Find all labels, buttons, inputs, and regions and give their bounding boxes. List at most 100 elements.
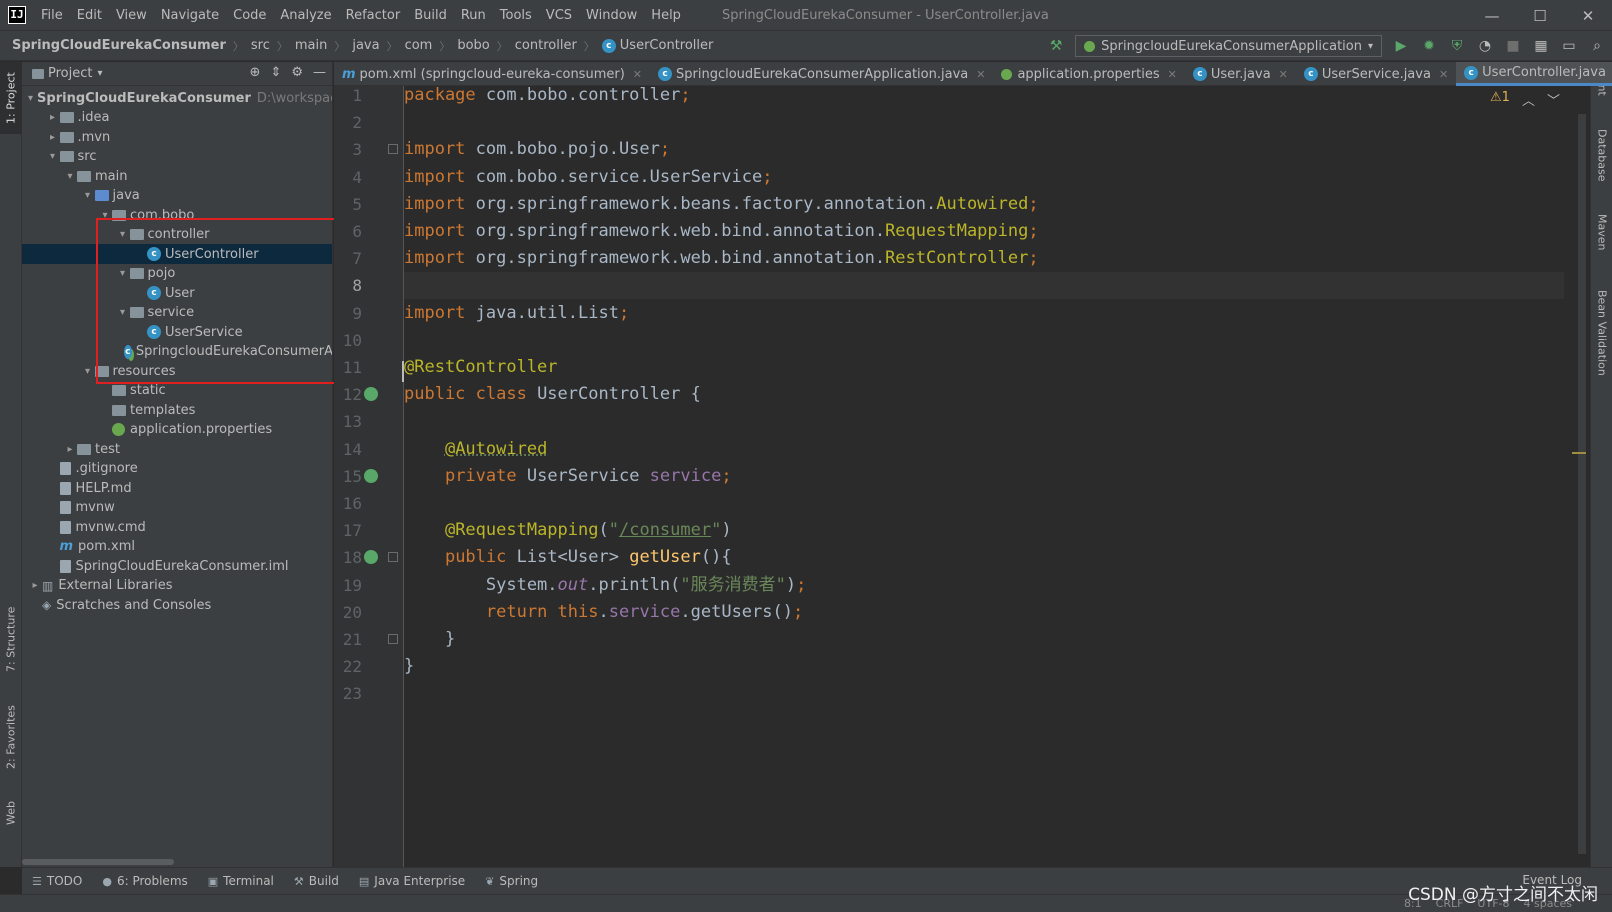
close-icon[interactable]: ✕ <box>976 68 985 81</box>
menu-tools[interactable]: Tools <box>493 8 539 23</box>
menu-window[interactable]: Window <box>579 8 644 23</box>
code-line[interactable]: @Autowired <box>404 436 1564 463</box>
tab-favorites[interactable]: 2: Favorites <box>0 694 22 780</box>
tree-item[interactable]: ▾ SpringCloudEurekaConsumer D:\workspace\ <box>22 88 332 108</box>
chevron-down-icon[interactable]: ▾ <box>63 171 77 182</box>
chevron-down-icon[interactable]: ▾ <box>81 366 95 377</box>
code-line[interactable]: @RestController <box>404 354 1564 381</box>
menu-run[interactable]: Run <box>454 8 493 23</box>
project-horizontal-scrollbar[interactable] <box>22 859 174 865</box>
tree-item[interactable]: ▸ ▥ External Libraries <box>22 576 332 596</box>
tree-item[interactable]: ▸ .idea <box>22 108 332 128</box>
chevron-down-icon[interactable]: ▾ <box>116 268 130 279</box>
tree-item[interactable]: .gitignore <box>22 459 332 479</box>
code-line[interactable]: import org.springframework.web.bind.anno… <box>404 218 1564 245</box>
search-icon[interactable]: ⌕ <box>1588 38 1606 54</box>
tree-item[interactable]: ▾ pojo <box>22 264 332 284</box>
tab-structure[interactable]: 7: Structure <box>0 596 22 682</box>
editor-vertical-scrollbar[interactable] <box>1578 114 1586 854</box>
autowired-bean-icon[interactable] <box>364 468 378 483</box>
tree-item[interactable]: mvnw <box>22 498 332 518</box>
inspection-widget[interactable]: ⚠1 ︿ ﹀ <box>1490 90 1560 109</box>
fold-marker-icon[interactable] <box>388 634 398 644</box>
code-line[interactable]: } <box>404 626 1564 653</box>
code-line[interactable] <box>404 408 1564 435</box>
run-configuration-select[interactable]: SpringcloudEurekaConsumerApplication ▾ <box>1075 35 1382 57</box>
code-line[interactable] <box>404 327 1564 354</box>
tree-item[interactable]: ▾ src <box>22 147 332 167</box>
minimize-button[interactable]: — <box>1468 0 1516 31</box>
close-icon[interactable]: ✕ <box>1168 68 1177 81</box>
chevron-right-icon[interactable]: ▸ <box>63 444 77 455</box>
code-editor[interactable]: 1 2 3 4 5 6 7 8 9 10 11 12 13 14 15 16 17 18 19 20 21 22 23 pa… <box>334 85 1590 867</box>
bottom-tab-build[interactable]: ⚒ Build <box>294 874 339 888</box>
spring-bean-icon[interactable] <box>364 387 378 402</box>
close-icon[interactable]: ✕ <box>1279 68 1288 81</box>
menu-build[interactable]: Build <box>407 8 454 23</box>
menu-help[interactable]: Help <box>644 8 688 23</box>
code-line[interactable]: package com.bobo.controller; <box>404 82 1564 109</box>
code-line[interactable] <box>404 680 1564 707</box>
bottom-tab-spring[interactable]: ❦ Spring <box>485 874 538 888</box>
chevron-down-icon[interactable]: ▾ <box>81 190 95 201</box>
tab-bean-validation[interactable]: Bean Validation <box>1591 278 1612 388</box>
chevron-right-icon[interactable]: ▸ <box>46 132 60 143</box>
layout-icon[interactable]: ▭ <box>1560 38 1578 54</box>
chevron-down-icon[interactable]: ▾ <box>116 229 130 240</box>
code-line[interactable]: import org.springframework.web.bind.anno… <box>404 245 1564 272</box>
warning-count[interactable]: ⚠1 <box>1490 90 1510 109</box>
chevron-up-icon[interactable]: ︿ <box>1522 90 1535 109</box>
code-area[interactable]: package com.bobo.controller; import com.b… <box>404 85 1564 867</box>
chevron-down-icon[interactable]: ▾ <box>98 210 112 221</box>
tree-item[interactable]: ▾ java <box>22 186 332 206</box>
tree-item[interactable]: ▸ .mvn <box>22 127 332 147</box>
breadcrumb-item[interactable]: SpringCloudEurekaConsumer <box>12 38 226 53</box>
code-line[interactable]: @RequestMapping("/consumer") <box>404 517 1564 544</box>
code-line[interactable]: import org.springframework.beans.factory… <box>404 191 1564 218</box>
chevron-down-icon[interactable]: ▾ <box>97 68 102 79</box>
tree-item[interactable]: SpringCloudEurekaConsumer.iml <box>22 556 332 576</box>
hide-panel-icon[interactable]: — <box>313 65 326 80</box>
breadcrumb-item[interactable]: main <box>295 38 327 53</box>
coverage-icon[interactable]: ⛨ <box>1448 38 1466 54</box>
code-line[interactable]: import java.util.List; <box>404 300 1564 327</box>
debug-icon[interactable]: ✹ <box>1420 38 1438 54</box>
chevron-right-icon[interactable]: ▸ <box>28 580 42 591</box>
breadcrumb-item[interactable]: bobo <box>457 38 489 53</box>
code-line[interactable]: public class UserController { <box>404 381 1564 408</box>
menu-edit[interactable]: Edit <box>70 8 109 23</box>
breadcrumb-item[interactable]: controller <box>515 38 577 53</box>
tree-item[interactable]: templates <box>22 400 332 420</box>
tab-maven[interactable]: Maven <box>1591 202 1612 262</box>
chevron-right-icon[interactable]: ▸ <box>46 112 60 123</box>
tab-project[interactable]: 1: Project <box>0 62 22 134</box>
menu-refactor[interactable]: Refactor <box>339 8 408 23</box>
close-icon[interactable]: ✕ <box>633 68 642 81</box>
fold-marker-icon[interactable] <box>388 552 398 563</box>
request-mapping-icon[interactable] <box>364 550 378 565</box>
chevron-down-icon[interactable]: ▾ <box>116 307 130 318</box>
menu-analyze[interactable]: Analyze <box>273 8 338 23</box>
tree-item[interactable]: c User <box>22 283 332 303</box>
tree-item[interactable]: HELP.md <box>22 478 332 498</box>
code-line[interactable] <box>404 272 1564 300</box>
menu-vcs[interactable]: VCS <box>539 8 579 23</box>
tree-item[interactable]: ▾ main <box>22 166 332 186</box>
project-structure-icon[interactable]: ▦ <box>1532 38 1550 54</box>
collapse-all-icon[interactable]: ⇕ <box>270 65 281 80</box>
menu-file[interactable]: File <box>34 8 70 23</box>
code-line[interactable]: public List<User> getUser(){ <box>404 544 1564 571</box>
code-line[interactable]: private UserService service; <box>404 463 1564 490</box>
bottom-tab-java-enterprise[interactable]: ▤ Java Enterprise <box>359 874 465 888</box>
menu-view[interactable]: View <box>109 8 154 23</box>
tree-item[interactable]: ▾ service <box>22 303 332 323</box>
chevron-down-icon[interactable]: ﹀ <box>1547 90 1560 109</box>
tree-item[interactable]: ▾ controller <box>22 225 332 245</box>
tree-item[interactable]: ▸ test <box>22 439 332 459</box>
close-button[interactable]: ✕ <box>1564 0 1612 31</box>
stop-icon[interactable]: ■ <box>1504 38 1522 54</box>
code-line[interactable] <box>404 109 1564 136</box>
project-panel-title[interactable]: Project <box>48 66 92 81</box>
tree-item[interactable]: c UserController <box>22 244 332 264</box>
breadcrumb-item[interactable]: com <box>405 38 433 53</box>
